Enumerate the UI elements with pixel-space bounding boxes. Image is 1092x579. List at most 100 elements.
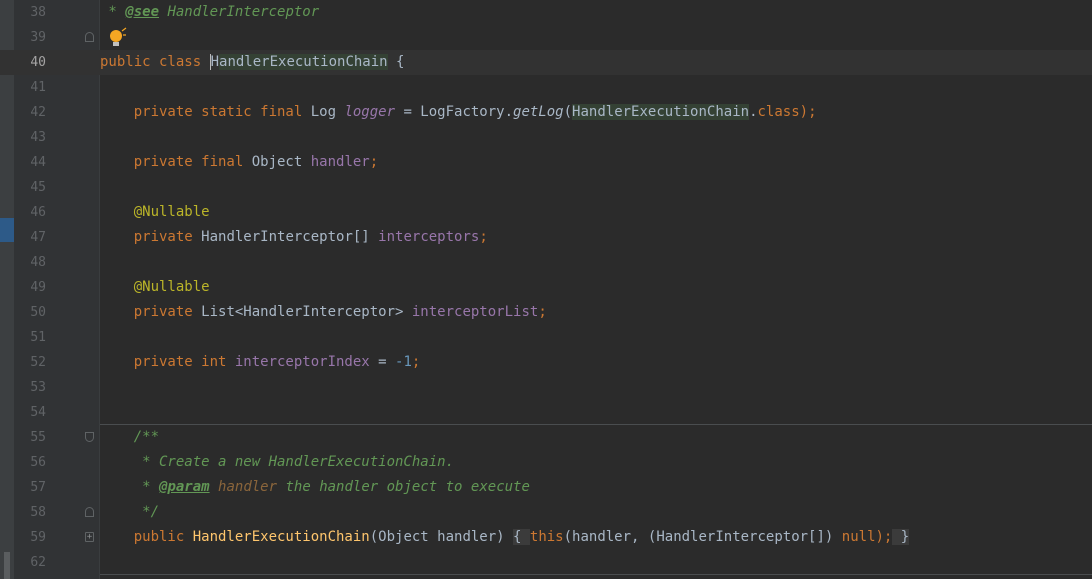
line-number[interactable]: 53 (14, 375, 46, 400)
code-line[interactable]: 41 (0, 75, 1092, 100)
code-line[interactable]: 50 private List<HandlerInterceptor> inte… (0, 300, 1092, 325)
code-token: @param (159, 479, 210, 495)
code-token: private (100, 304, 202, 320)
line-number[interactable]: 43 (14, 125, 46, 150)
line-number[interactable]: 55 (14, 425, 46, 450)
code-line[interactable]: 57 * @param handler the handler object t… (0, 475, 1092, 500)
code-token: handler (310, 154, 370, 170)
line-number[interactable]: 42 (14, 100, 46, 125)
code-line[interactable]: 51 (0, 325, 1092, 350)
code-line[interactable]: 40 public class HandlerExecutionChain { (0, 50, 1092, 75)
code-token: Object (251, 154, 311, 170)
code-line[interactable]: 43 (0, 125, 1092, 150)
code-text[interactable]: @Nullable (100, 200, 210, 225)
code-text[interactable]: private static final Log logger = LogFac… (100, 100, 817, 125)
code-token: HandlerExecutionChain (572, 104, 750, 120)
code-text[interactable]: public class HandlerExecutionChain { (100, 50, 404, 75)
line-number[interactable]: 59 (14, 525, 46, 550)
code-text[interactable]: @Nullable (100, 275, 210, 300)
code-token: @Nullable (100, 279, 210, 295)
code-text[interactable]: * Create a new HandlerExecutionChain. (100, 450, 454, 475)
code-token: public (100, 529, 193, 545)
code-line[interactable]: 56 * Create a new HandlerExecutionChain. (0, 450, 1092, 475)
code-line[interactable]: 59 + public HandlerExecutionChain(Object … (0, 525, 1092, 550)
code-line[interactable]: 49 @Nullable (0, 275, 1092, 300)
line-number[interactable]: 52 (14, 350, 46, 375)
line-number[interactable]: 57 (14, 475, 46, 500)
line-number[interactable]: 58 (14, 500, 46, 525)
code-text[interactable]: private List<HandlerInterceptor> interce… (100, 300, 547, 325)
code-text[interactable]: */ (100, 500, 159, 525)
fold-marker-icon[interactable] (85, 32, 94, 42)
code-line[interactable]: 39 (0, 25, 1092, 50)
line-number[interactable]: 51 (14, 325, 46, 350)
code-text[interactable]: public HandlerExecutionChain(Object hand… (100, 525, 910, 550)
code-token: interceptorIndex (234, 354, 370, 370)
code-line[interactable]: 48 (0, 250, 1092, 275)
line-number[interactable]: 56 (14, 450, 46, 475)
code-line[interactable]: 58 */ (0, 500, 1092, 525)
code-token: ; (411, 354, 421, 370)
code-text[interactable]: private final Object handler; (100, 150, 378, 175)
code-line[interactable]: 42 private static final Log logger = Log… (0, 100, 1092, 125)
code-line[interactable]: 45 (0, 175, 1092, 200)
code-token: this (529, 529, 564, 545)
fold-marker-icon[interactable] (85, 432, 94, 442)
code-token: private int (100, 354, 235, 370)
code-token: interceptors (378, 229, 480, 245)
code-text[interactable]: private int interceptorIndex = -1; (100, 350, 421, 375)
line-number[interactable]: 40 (14, 50, 46, 75)
code-text[interactable]: * @param handler the handler object to e… (100, 475, 530, 500)
code-token: ; (538, 304, 547, 320)
code-token: public class (100, 54, 210, 70)
code-token: private final (100, 154, 252, 170)
line-number[interactable]: 62 (14, 550, 46, 575)
code-token: -1 (395, 354, 412, 370)
code-line[interactable]: 46 @Nullable (0, 200, 1092, 225)
code-text[interactable]: * @see HandlerInterceptor (100, 0, 319, 25)
code-token: * (100, 479, 160, 495)
code-token: HandlerInterceptor (159, 4, 320, 20)
code-line[interactable]: 54 (0, 400, 1092, 425)
line-number[interactable]: 44 (14, 150, 46, 175)
line-number[interactable]: 46 (14, 200, 46, 225)
fold-marker-icon[interactable] (85, 507, 94, 517)
code-editor[interactable]: 38 * @see HandlerInterceptor 39 40 public c… (0, 0, 1092, 579)
code-token: class (757, 104, 800, 120)
code-token: andlerExecutionChain (219, 54, 388, 70)
line-number[interactable]: 39 (14, 25, 46, 50)
code-line[interactable]: 52 private int interceptorIndex = -1; (0, 350, 1092, 375)
code-token: handler (218, 479, 278, 495)
line-number[interactable]: 54 (14, 400, 46, 425)
line-number[interactable]: 38 (14, 0, 46, 25)
lightbulb-icon[interactable] (107, 27, 127, 49)
code-text[interactable]: /** (100, 425, 159, 450)
code-text[interactable]: private HandlerInterceptor[] interceptor… (100, 225, 488, 250)
code-token: ; (369, 154, 379, 170)
code-token: ( (563, 104, 573, 120)
code-line[interactable]: 55 /** (0, 425, 1092, 450)
line-number[interactable]: 45 (14, 175, 46, 200)
code-token: { (513, 529, 530, 545)
code-token: HandlerInterceptor[] (201, 229, 379, 245)
code-token: = LogFactory. (395, 104, 514, 120)
line-number[interactable]: 49 (14, 275, 46, 300)
code-line[interactable]: 62 (0, 550, 1092, 575)
code-token: /** (100, 429, 160, 445)
code-line[interactable]: 44 private final Object handler; (0, 150, 1092, 175)
method-separator (100, 574, 1092, 575)
line-number[interactable]: 50 (14, 300, 46, 325)
code-token: the handler object to execute (277, 479, 530, 495)
code-token: Log (310, 104, 345, 120)
code-line[interactable]: 47 private HandlerInterceptor[] intercep… (0, 225, 1092, 250)
line-number[interactable]: 47 (14, 225, 46, 250)
line-number[interactable]: 48 (14, 250, 46, 275)
fold-marker-icon[interactable]: + (85, 532, 94, 542)
code-token: (Object handler) (369, 529, 514, 545)
code-line[interactable]: 38 * @see HandlerInterceptor (0, 0, 1092, 25)
code-token: . (749, 104, 758, 120)
code-token: { (387, 54, 405, 70)
line-number[interactable]: 41 (14, 75, 46, 100)
code-line[interactable]: 53 (0, 375, 1092, 400)
